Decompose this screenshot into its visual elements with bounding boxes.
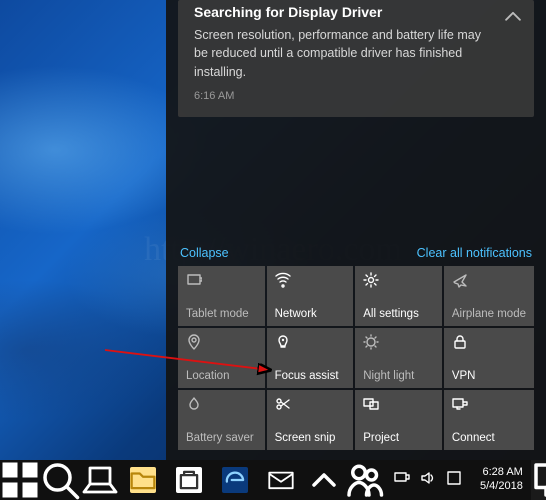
quick-tile-label: Location <box>186 370 257 382</box>
quick-tile-night-light[interactable]: Night light <box>355 328 442 388</box>
clear-notifications-link[interactable]: Clear all notifications <box>417 246 532 260</box>
vpn-icon <box>452 334 526 350</box>
collapse-link[interactable]: Collapse <box>180 246 229 260</box>
quick-tile-airplane-mode[interactable]: Airplane mode <box>444 266 534 326</box>
quick-tile-label: Project <box>363 432 434 444</box>
edge-app[interactable] <box>212 460 258 500</box>
notification-body: Screen resolution, performance and batte… <box>194 26 494 80</box>
settings-icon <box>363 272 434 288</box>
tray-overflow-button[interactable] <box>304 460 344 500</box>
notification-title: Searching for Display Driver <box>194 0 494 22</box>
system-tray <box>384 460 472 500</box>
mail-app[interactable] <box>258 460 304 500</box>
quick-tile-label: Night light <box>363 370 434 382</box>
quick-tile-label: Tablet mode <box>186 308 257 320</box>
taskbar-clock[interactable]: 6:28 AM 5/4/2018 <box>472 460 531 500</box>
file-explorer-app[interactable] <box>120 460 166 500</box>
network-tray-icon[interactable] <box>394 470 410 491</box>
notification-card[interactable]: Searching for Display Driver Screen reso… <box>178 0 534 117</box>
action-center-controls: Collapse Clear all notifications <box>166 238 546 266</box>
quick-tile-label: Airplane mode <box>452 308 526 320</box>
quick-action-tiles: Tablet mode Network All settings Airplane m… <box>166 266 546 460</box>
quick-tile-label: Focus assist <box>275 370 346 382</box>
quick-tile-vpn[interactable]: VPN <box>444 328 534 388</box>
location-icon <box>186 334 257 350</box>
screen-snip-icon <box>275 396 346 412</box>
notification-time: 6:16 AM <box>194 89 494 105</box>
task-view-button[interactable] <box>80 460 120 500</box>
clock-time: 6:28 AM <box>482 466 522 480</box>
quick-tile-label: VPN <box>452 370 526 382</box>
quick-tile-project[interactable]: Project <box>355 390 442 450</box>
quick-tile-label: Battery saver <box>186 432 257 444</box>
notification-center-button[interactable] <box>531 460 546 500</box>
network-icon <box>275 272 346 288</box>
quick-tile-label: All settings <box>363 308 434 320</box>
store-app[interactable] <box>166 460 212 500</box>
taskbar: 6:28 AM 5/4/2018 <box>0 460 546 500</box>
connect-icon <box>452 396 526 412</box>
clock-date: 5/4/2018 <box>480 480 523 494</box>
people-button[interactable] <box>344 460 384 500</box>
volume-tray-icon[interactable] <box>420 470 436 491</box>
quick-tile-battery-saver[interactable]: Battery saver <box>178 390 265 450</box>
quick-tile-label: Screen snip <box>275 432 346 444</box>
quick-tile-focus-assist[interactable]: Focus assist <box>267 328 354 388</box>
start-button[interactable] <box>0 460 40 500</box>
quick-tile-all-settings[interactable]: All settings <box>355 266 442 326</box>
quick-tile-tablet-mode[interactable]: Tablet mode <box>178 266 265 326</box>
quick-tile-connect[interactable]: Connect <box>444 390 534 450</box>
tablet-mode-icon <box>186 272 257 288</box>
chevron-up-icon[interactable] <box>502 6 524 28</box>
project-icon <box>363 396 434 412</box>
battery-saver-icon <box>186 396 257 412</box>
quick-tile-network[interactable]: Network <box>267 266 354 326</box>
ime-tray-icon[interactable] <box>446 470 462 491</box>
night-light-icon <box>363 334 434 350</box>
quick-tile-location[interactable]: Location <box>178 328 265 388</box>
quick-tile-label: Network <box>275 308 346 320</box>
quick-tile-screen-snip[interactable]: Screen snip <box>267 390 354 450</box>
action-center-panel: Searching for Display Driver Screen reso… <box>166 0 546 460</box>
quick-tile-label: Connect <box>452 432 526 444</box>
search-button[interactable] <box>40 460 80 500</box>
airplane-icon <box>452 272 526 288</box>
focus-assist-icon <box>275 334 346 350</box>
